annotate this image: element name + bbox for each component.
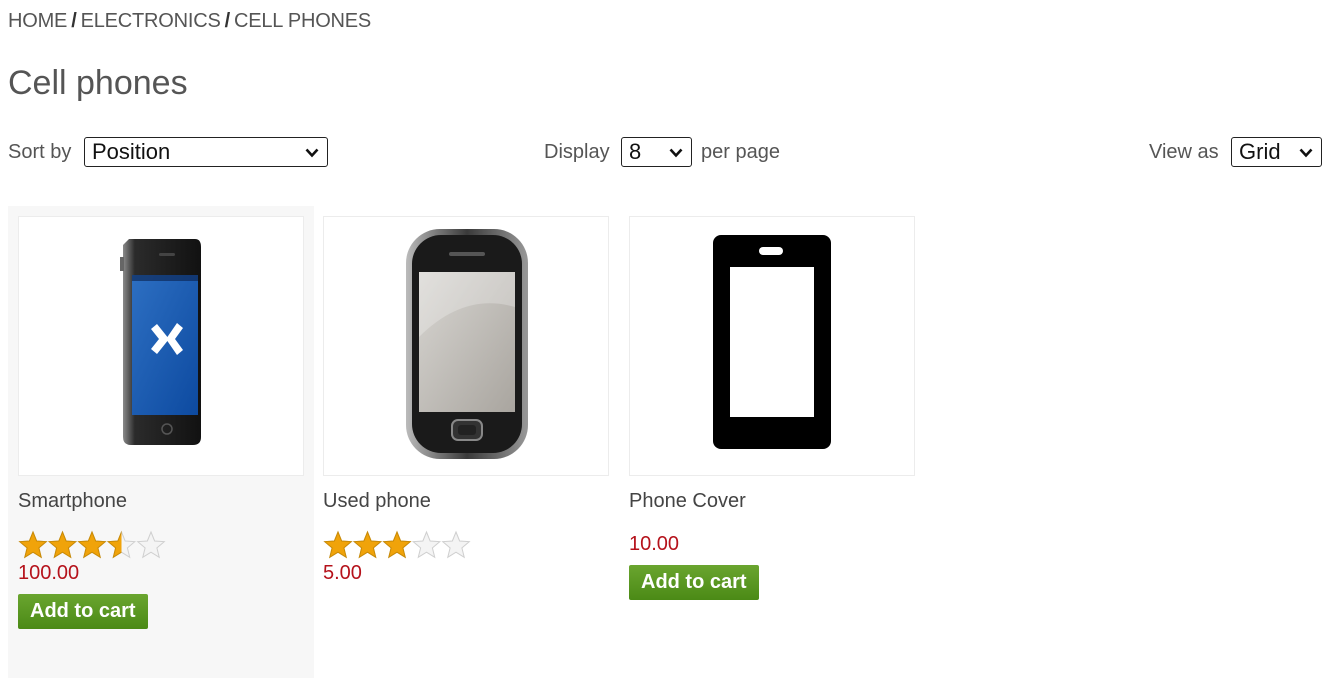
product-price: 100.00 [18, 562, 80, 584]
product-title[interactable]: Phone Cover [629, 490, 746, 513]
chevron-down-icon [305, 148, 319, 158]
product-card-smartphone[interactable]: Smartphone 100.00 Add to cart [8, 206, 314, 678]
used-phone-image [406, 229, 528, 459]
product-price: 10.00 [629, 533, 680, 555]
product-image-link[interactable] [323, 216, 609, 476]
star-empty-icon [441, 530, 471, 559]
display-label: Display [544, 141, 610, 163]
star-empty-icon [411, 530, 442, 559]
star-filled-icon [47, 530, 78, 559]
sort-by-value: Position [92, 139, 171, 164]
product-card-used-phone[interactable]: Used phone 5.00 [313, 206, 619, 678]
star-filled-icon [382, 530, 412, 559]
breadcrumb-cell-phones: CELL PHONES [233, 10, 372, 32]
page-size-value: 8 [629, 139, 642, 164]
breadcrumb-separator: / [71, 10, 77, 32]
star-empty-icon [136, 530, 166, 559]
page-size-select[interactable]: 8 [621, 137, 692, 167]
product-price: 5.00 [323, 562, 362, 584]
breadcrumb: HOME / ELECTRONICS / CELL PHONES [8, 10, 371, 33]
breadcrumb-electronics[interactable]: ELECTRONICS [81, 10, 221, 32]
star-filled-icon [323, 530, 353, 559]
add-to-cart-button[interactable]: Add to cart [18, 594, 148, 629]
view-mode-select[interactable]: Grid [1231, 137, 1322, 167]
page-title: Cell phones [8, 64, 188, 102]
smartphone-image [120, 239, 201, 445]
breadcrumb-home[interactable]: HOME [8, 10, 67, 32]
sort-by-select[interactable]: Position [84, 137, 328, 167]
chevron-down-icon [669, 148, 683, 158]
product-card-phone-cover[interactable]: Phone Cover 10.00 Add to cart [619, 206, 925, 678]
view-mode-value: Grid [1239, 139, 1281, 164]
star-filled-icon [18, 530, 48, 559]
breadcrumb-separator: / [224, 10, 231, 32]
star-filled-icon [77, 530, 107, 559]
product-title[interactable]: Used phone [323, 490, 431, 513]
rating-stars [18, 530, 166, 559]
star-filled-icon [352, 530, 383, 559]
chevron-down-icon [1299, 148, 1313, 158]
view-as-label: View as [1149, 141, 1219, 163]
rating-stars [323, 530, 471, 559]
product-image-link[interactable] [18, 216, 304, 476]
product-image-link[interactable] [629, 216, 915, 476]
sort-by-label: Sort by [8, 141, 72, 163]
add-to-cart-button[interactable]: Add to cart [629, 565, 759, 600]
phone-cover-image [713, 235, 831, 449]
product-title[interactable]: Smartphone [18, 490, 127, 513]
per-page-label: per page [701, 141, 780, 163]
